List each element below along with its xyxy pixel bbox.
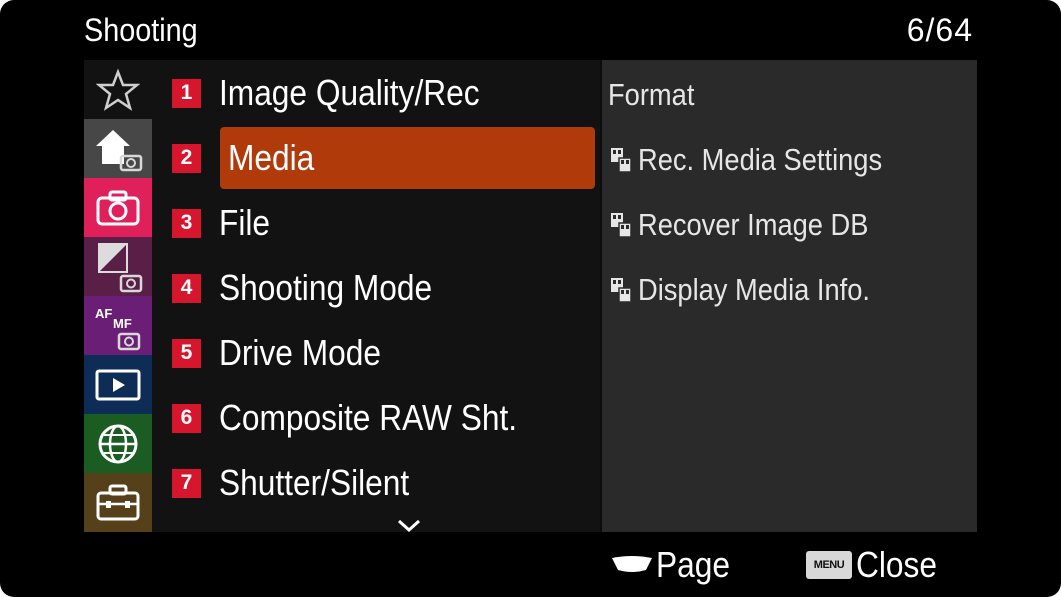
item-number-badge: 2 <box>172 143 201 173</box>
item-number-badge: 5 <box>172 338 201 368</box>
item-number-badge: 3 <box>172 208 201 238</box>
item-number-badge: 7 <box>172 468 201 498</box>
list-item-label: Shutter/Silent <box>219 462 410 503</box>
screen-title: Shooting <box>84 12 198 48</box>
rail-item-setup[interactable] <box>84 473 152 532</box>
globe-icon <box>98 424 138 463</box>
media-card-icon <box>611 213 632 238</box>
list-item-shutter-silent[interactable]: 7 Shutter/Silent <box>172 452 595 514</box>
list-item-media[interactable]: 2 Media <box>172 127 595 189</box>
media-card-icon <box>611 278 632 303</box>
home-camera-icon <box>96 129 143 171</box>
list-item-label: Composite RAW Sht. <box>219 397 518 438</box>
detail-pane: Format Rec. Media Settings Recover Image… <box>602 60 977 532</box>
af-mf-camera-icon: AF MF <box>95 306 141 350</box>
detail-item-label: Recover Image DB <box>638 207 869 242</box>
detail-item-label: Display Media Info. <box>638 272 870 307</box>
toolbox-icon <box>96 484 140 520</box>
media-card-icon <box>611 148 632 173</box>
list-item-label: Shooting Mode <box>219 267 433 308</box>
submenu-list: 1 Image Quality/Rec 2 Media 3 File 4 Sho… <box>152 60 600 532</box>
list-item-composite-raw[interactable]: 6 Composite RAW Sht. <box>172 387 595 449</box>
menu-button-icon: MENU <box>806 551 852 579</box>
playback-icon <box>95 369 141 400</box>
page-hint-label: Page <box>656 544 730 585</box>
detail-item-rec-media-settings[interactable]: Rec. Media Settings <box>608 135 915 185</box>
item-number-badge: 6 <box>172 403 201 433</box>
rail-item-exposure[interactable] <box>84 237 152 296</box>
rail-item-favorites[interactable] <box>84 60 152 119</box>
list-item-label: Media <box>228 137 315 178</box>
list-item-label: Image Quality/Rec <box>219 72 480 113</box>
item-number-badge: 1 <box>172 78 201 108</box>
detail-item-label: Rec. Media Settings <box>638 142 883 177</box>
control-wheel-down-icon <box>612 556 652 572</box>
chevron-down-icon[interactable] <box>396 518 422 534</box>
list-item-image-quality[interactable]: 1 Image Quality/Rec <box>172 62 595 124</box>
detail-item-format[interactable]: Format <box>608 70 706 120</box>
rail-item-focus[interactable]: AF MF <box>84 296 152 355</box>
svg-text:AF: AF <box>95 306 112 321</box>
camera-menu-screen: Shooting 6/64 AF MF 1 Image Quality/Rec … <box>0 0 1061 597</box>
close-hint[interactable]: MENU Close <box>806 540 948 590</box>
rail-item-network[interactable] <box>84 414 152 473</box>
camera-icon <box>96 190 140 225</box>
item-number-badge: 4 <box>172 273 201 303</box>
list-item-drive-mode[interactable]: 5 Drive Mode <box>172 322 595 384</box>
star-icon <box>96 68 140 111</box>
rail-item-playback[interactable] <box>84 355 152 414</box>
list-item-shooting-mode[interactable]: 4 Shooting Mode <box>172 257 595 319</box>
exposure-camera-icon <box>98 242 143 292</box>
list-item-label: File <box>219 202 271 243</box>
close-hint-label: Close <box>856 544 938 585</box>
category-rail: AF MF <box>84 60 152 532</box>
page-hint[interactable]: Page <box>610 540 740 590</box>
page-counter: 6/64 <box>906 12 973 48</box>
list-item-label: Drive Mode <box>219 332 381 373</box>
rail-item-shooting[interactable] <box>84 178 152 237</box>
detail-item-label: Format <box>608 77 695 112</box>
detail-item-recover-image-db[interactable]: Recover Image DB <box>608 200 900 250</box>
list-item-file[interactable]: 3 File <box>172 192 595 254</box>
svg-text:MF: MF <box>113 316 132 331</box>
rail-item-main[interactable] <box>84 119 152 178</box>
detail-item-display-media-info[interactable]: Display Media Info. <box>608 265 902 315</box>
